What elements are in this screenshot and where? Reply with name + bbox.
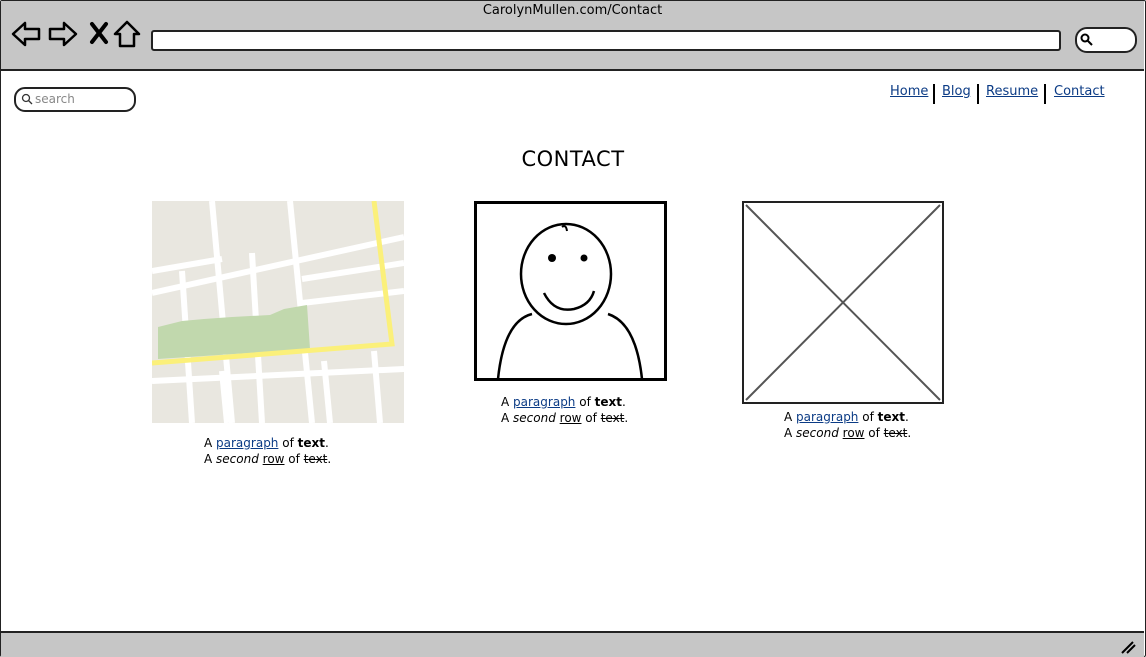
search-input[interactable] [35, 91, 127, 106]
paragraph-line-1: A paragraph of text. [501, 395, 626, 409]
nav-link-resume[interactable]: Resume [986, 84, 1038, 99]
image-placeholder [742, 201, 944, 404]
resize-grip-icon[interactable] [1120, 640, 1136, 654]
home-icon[interactable] [112, 19, 142, 49]
nav-separator [933, 84, 935, 104]
nav-link-contact[interactable]: Contact [1054, 84, 1105, 99]
paragraph-line-1: A paragraph of text. [784, 410, 909, 424]
paragraph-link[interactable]: paragraph [513, 395, 575, 409]
map-image [152, 201, 404, 423]
user-avatar-image [474, 201, 667, 381]
paragraph-link[interactable]: paragraph [796, 410, 858, 424]
paragraph-line-2: A second row of text. [784, 426, 912, 440]
nav-separator [977, 84, 979, 104]
paragraph-link[interactable]: paragraph [216, 436, 278, 450]
paragraph-line-1: A paragraph of text. [204, 436, 329, 450]
close-icon[interactable] [85, 19, 115, 49]
nav-link-blog[interactable]: Blog [942, 84, 971, 99]
search-icon [21, 93, 33, 105]
back-arrow-icon[interactable] [11, 19, 41, 49]
card-text-avatar: A paragraph of text. A second row of tex… [501, 394, 628, 426]
search-button[interactable] [1075, 27, 1137, 53]
card-text-placeholder: A paragraph of text. A second row of tex… [784, 409, 911, 441]
nav-link-home[interactable]: Home [890, 84, 928, 99]
search-icon [1080, 33, 1093, 46]
status-bar [1, 631, 1144, 657]
paragraph-line-2: A second row of text. [204, 452, 332, 466]
card-text-map: A paragraph of text. A second row of tex… [204, 435, 331, 467]
page-title: CONTACT [521, 147, 625, 171]
nav-separator [1044, 84, 1046, 104]
forward-arrow-icon[interactable] [48, 19, 78, 49]
window-title: CarolynMullen.com/Contact [482, 3, 663, 18]
paragraph-line-2: A second row of text. [501, 411, 629, 425]
address-bar[interactable] [151, 30, 1061, 51]
search-field[interactable] [14, 87, 136, 112]
browser-toolbar: CarolynMullen.com/Contact [1, 1, 1144, 71]
